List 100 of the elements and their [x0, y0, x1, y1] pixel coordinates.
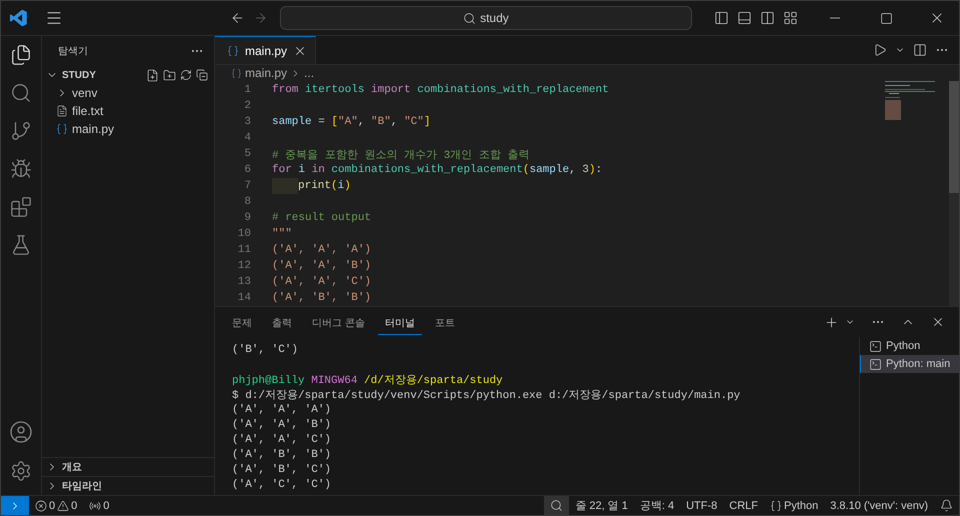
line-number: 10 — [236, 228, 251, 240]
search-icon — [550, 499, 564, 512]
line-number: 3 — [243, 116, 251, 128]
line-number: 7 — [243, 180, 251, 192]
branch-icon[interactable] — [10, 120, 32, 142]
scrollbar[interactable] — [949, 81, 959, 306]
file-name: main.py — [72, 122, 114, 136]
account-icon[interactable] — [9, 420, 33, 444]
file-row[interactable]: file.txt — [42, 102, 214, 120]
layout-icon[interactable] — [782, 10, 798, 26]
zoom-button[interactable] — [544, 496, 570, 515]
code-line: """ — [272, 228, 292, 240]
code-line: # 중복을 포함한 원소의 개수가 3개인 조합 출력 — [272, 148, 530, 162]
settings-icon[interactable] — [10, 460, 32, 482]
line-number: 8 — [243, 196, 251, 208]
section-label: 타임라인 — [62, 480, 102, 493]
panel-tab[interactable]: 터미널 — [378, 310, 422, 334]
panel-tab[interactable]: 포트 — [428, 310, 462, 334]
terminal-item[interactable]: Python: main — [860, 355, 959, 373]
terminal-line: phjph@Billy MINGW64 /d/저장용/sparta/study — [232, 374, 503, 387]
split-editor-icon[interactable] — [913, 43, 927, 57]
bell-icon — [940, 499, 953, 512]
code-line: sample = ["A", "B", "C"] — [272, 116, 430, 128]
terminal-icon — [869, 340, 882, 352]
blocks-icon[interactable] — [10, 196, 32, 218]
problems-button[interactable]: 0 0 — [29, 496, 84, 515]
search-field[interactable]: study — [280, 6, 692, 30]
flask-icon[interactable] — [10, 234, 32, 256]
text-file-icon — [56, 105, 68, 117]
maximize-icon[interactable] — [880, 12, 893, 24]
section-header[interactable]: 타임라인 — [42, 476, 214, 495]
breadcrumb-item[interactable]: main.py — [245, 66, 288, 80]
indent-setting[interactable]: 공백: 4 — [634, 496, 680, 515]
code-line: print(i) — [298, 180, 351, 192]
refresh-icon[interactable] — [180, 69, 192, 81]
folder-label: STUDY — [62, 70, 96, 80]
language-mode[interactable]: Python — [764, 496, 824, 515]
encoding-setting[interactable]: UTF-8 — [680, 496, 724, 515]
terminal-line: ('A', 'B', 'C') — [232, 464, 332, 476]
code-line: from itertools import combinations_with_replacement — [272, 84, 609, 96]
search-icon — [463, 12, 476, 24]
file-row[interactable]: venv — [42, 84, 214, 102]
terminal-line: $ d:/저장용/sparta/study/venv/Scripts/python.exe d:/저장용/sparta/study/main.py — [232, 388, 740, 402]
close-icon[interactable] — [931, 315, 945, 329]
file-row[interactable]: main.py — [42, 120, 214, 138]
files-icon[interactable] — [10, 44, 32, 66]
cursor-position[interactable]: 줄 22, 열 1 — [569, 496, 634, 515]
line-number: 9 — [243, 212, 251, 224]
panel-tab[interactable]: 출력 — [265, 310, 299, 334]
folder-row[interactable]: STUDY — [42, 66, 214, 84]
error-icon — [35, 500, 47, 512]
braces-icon — [770, 500, 782, 512]
line-ending-setting[interactable]: CRLF — [723, 496, 764, 515]
terminal-item[interactable]: Python — [860, 337, 959, 355]
run-icon[interactable] — [873, 43, 887, 57]
file-name: venv — [72, 86, 98, 100]
line-number: 13 — [236, 276, 251, 288]
split-layout-icon[interactable] — [760, 10, 775, 26]
new-file-icon[interactable] — [146, 68, 159, 82]
line-number: 2 — [243, 100, 251, 112]
line-number: 5 — [243, 148, 251, 160]
new-folder-icon[interactable] — [163, 68, 176, 82]
terminal-icon — [869, 358, 882, 370]
panel-toggle-icon[interactable] — [736, 10, 752, 26]
line-number: 6 — [243, 164, 251, 176]
terminal-line: ('A', 'A', 'A') — [232, 404, 332, 416]
terminal-line: ('A', 'A', 'B') — [232, 418, 332, 430]
file-name: file.txt — [72, 104, 104, 118]
sidebar-title: 탐색기 — [58, 45, 88, 58]
code-line: ('A', 'A', 'A') — [272, 244, 372, 256]
code-line: ('A', 'B', 'B') — [272, 292, 372, 304]
terminal-line: ('A', 'C', 'C') — [232, 478, 332, 490]
code-line: ('A', 'A', 'B') — [272, 260, 372, 272]
minimap-drawing — [885, 81, 935, 120]
terminal-line: ('B', 'C') — [232, 344, 298, 356]
app-logo-icon — [9, 8, 28, 28]
editor-tab[interactable]: main.py — [215, 36, 316, 64]
search-icon[interactable] — [10, 82, 32, 104]
terminal-line: ('A', 'A', 'C') — [232, 434, 332, 446]
ports-button[interactable]: 0 — [83, 496, 116, 515]
panel-tab[interactable]: 문제 — [225, 310, 259, 334]
section-label: 개요 — [62, 461, 82, 474]
panel-tab[interactable]: 디버그 콘솔 — [305, 310, 372, 334]
collapse-icon[interactable] — [196, 69, 208, 81]
line-number: 1 — [243, 84, 251, 96]
antenna-icon — [89, 500, 102, 512]
code-line: for i in combinations_with_replacement(sample, 3): — [272, 164, 602, 176]
line-number: 11 — [236, 244, 251, 256]
line-number: 4 — [243, 132, 251, 144]
breadcrumb-item[interactable]: ... — [304, 66, 314, 80]
code-line: ('A', 'A', 'C') — [272, 276, 372, 288]
line-number: 14 — [236, 292, 251, 304]
sidebar-toggle-icon[interactable] — [714, 10, 729, 26]
warning-icon — [57, 500, 70, 512]
terminal-line: ('A', 'B', 'B') — [232, 448, 332, 460]
interpreter-selector[interactable]: 3.8.10 ('venv': venv) — [824, 496, 934, 515]
line-number: 12 — [236, 260, 251, 272]
code-line: # result output — [272, 212, 372, 224]
section-header[interactable]: 개요 — [42, 457, 214, 476]
bug-icon[interactable] — [10, 158, 32, 180]
